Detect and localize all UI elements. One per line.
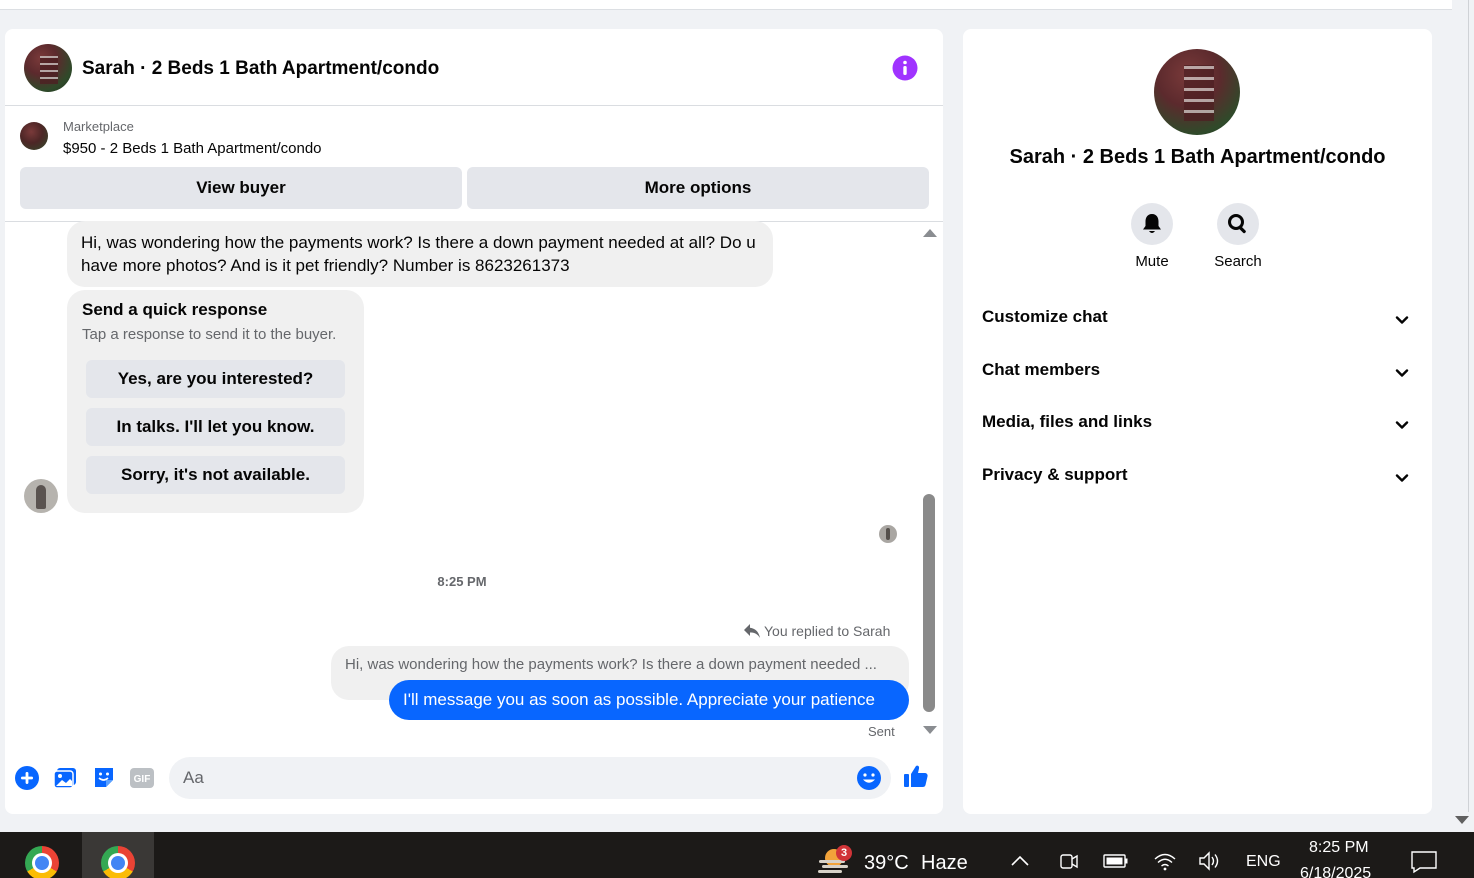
message-input[interactable] (169, 757, 891, 799)
bell-icon (1143, 214, 1161, 233)
page-scroll-down-arrow-icon[interactable] (1455, 816, 1469, 824)
page-scrollbar[interactable] (1452, 0, 1474, 832)
volume-icon[interactable] (1198, 850, 1224, 872)
notification-center-icon[interactable] (1410, 850, 1438, 874)
clock-date[interactable]: 6/18/2025 (1300, 865, 1371, 878)
quick-response-option[interactable]: Yes, are you interested? (86, 360, 345, 398)
reply-indicator: You replied to Sarah (744, 623, 890, 639)
chevron-down-icon (1395, 369, 1409, 377)
like-thumb-icon[interactable] (903, 763, 929, 789)
profile-name: Sarah · 2 Beds 1 Bath Apartment/condo (1009, 146, 1386, 168)
language-indicator[interactable]: ENG (1246, 853, 1281, 871)
section-customize-chat[interactable]: Customize chat (963, 299, 1432, 339)
search-icon (1228, 214, 1246, 234)
view-buyer-button[interactable]: View buyer (20, 167, 462, 209)
chat-title[interactable]: Sarah · 2 Beds 1 Bath Apartment/condo (82, 58, 439, 80)
buyer-avatar[interactable] (24, 479, 58, 513)
message-status: Sent (868, 724, 895, 739)
emoji-icon[interactable] (856, 765, 882, 791)
camera-device-icon[interactable] (1058, 850, 1080, 872)
quick-response-card: Send a quick response Tap a response to … (67, 290, 364, 513)
chevron-down-icon (1395, 316, 1409, 324)
taskbar-chrome-profile-1[interactable] (6, 832, 78, 878)
info-icon[interactable] (892, 55, 918, 81)
page-scrollbar-track (1468, 0, 1469, 812)
quick-response-title: Send a quick response (82, 300, 268, 319)
taskbar-chrome-profile-2[interactable] (82, 832, 154, 878)
mute-button[interactable]: Mute (1122, 203, 1182, 270)
seen-indicator-avatar (879, 525, 897, 543)
chat-avatar[interactable] (24, 44, 72, 92)
quick-response-option[interactable]: Sorry, it's not available. (86, 456, 345, 494)
wifi-icon[interactable] (1153, 850, 1177, 872)
chat-header: Sarah · 2 Beds 1 Bath Apartment/condo (5, 29, 943, 106)
outgoing-message[interactable]: I'll message you as soon as possible. Ap… (389, 680, 909, 720)
listing-banner: Marketplace $950 - 2 Beds 1 Bath Apartme… (5, 107, 943, 222)
incoming-message[interactable]: Hi, was wondering how the payments work?… (67, 221, 773, 287)
section-privacy-support[interactable]: Privacy & support (963, 457, 1432, 497)
scrollbar-thumb[interactable] (923, 494, 935, 712)
section-label: Media, files and links (982, 412, 1153, 431)
photo-icon[interactable] (52, 765, 78, 791)
section-label: Chat members (982, 360, 1101, 379)
reply-indicator-text: You replied to Sarah (764, 623, 891, 639)
section-label: Customize chat (982, 307, 1108, 326)
gif-icon[interactable]: GIF (129, 765, 155, 791)
sticker-icon[interactable] (91, 765, 117, 791)
messages-scrollbar[interactable] (921, 226, 937, 741)
scroll-up-arrow-icon[interactable] (923, 229, 937, 237)
profile-avatar[interactable] (1154, 49, 1240, 135)
plus-circle-icon[interactable] (14, 765, 40, 791)
chrome-icon (25, 846, 59, 878)
section-chat-members[interactable]: Chat members (963, 352, 1432, 392)
listing-thumbnail[interactable] (20, 122, 48, 150)
reply-icon (744, 624, 760, 638)
listing-source: Marketplace (63, 119, 134, 134)
chrome-icon (101, 846, 135, 878)
search-button-circle[interactable] (1217, 203, 1259, 245)
windows-taskbar: 3 39°C Haze ENG 8:25 PM 6/18/2025 (0, 832, 1474, 878)
mute-label: Mute (1135, 253, 1169, 270)
scroll-down-arrow-icon[interactable] (923, 726, 937, 734)
section-media-files-links[interactable]: Media, files and links (963, 404, 1432, 444)
section-label: Privacy & support (982, 465, 1128, 484)
chat-panel: Sarah · 2 Beds 1 Bath Apartment/condo Ma… (5, 29, 943, 814)
message-composer: GIF (5, 754, 943, 804)
message-timestamp: 8:25 PM (437, 574, 487, 589)
listing-price-title[interactable]: $950 - 2 Beds 1 Bath Apartment/condo (63, 140, 322, 157)
chat-info-panel: Sarah · 2 Beds 1 Bath Apartment/condo Mu… (963, 29, 1432, 814)
chevron-down-icon (1395, 421, 1409, 429)
chevron-down-icon (1395, 474, 1409, 482)
weather-notification-badge: 3 (836, 845, 852, 861)
search-label: Search (1214, 253, 1262, 270)
more-options-button[interactable]: More options (467, 167, 929, 209)
mute-button-circle[interactable] (1131, 203, 1173, 245)
browser-top-strip (0, 0, 1452, 10)
battery-icon[interactable] (1103, 850, 1129, 872)
svg-text:GIF: GIF (134, 774, 151, 785)
quick-response-subtitle: Tap a response to send it to the buyer. (82, 326, 337, 343)
weather-condition[interactable]: Haze (921, 852, 968, 875)
weather-temperature[interactable]: 39°C (864, 852, 909, 875)
quick-response-option[interactable]: In talks. I'll let you know. (86, 408, 345, 446)
search-in-chat-button[interactable]: Search (1208, 203, 1268, 270)
clock-time[interactable]: 8:25 PM (1309, 839, 1369, 857)
chevron-up-icon[interactable] (1010, 850, 1030, 872)
